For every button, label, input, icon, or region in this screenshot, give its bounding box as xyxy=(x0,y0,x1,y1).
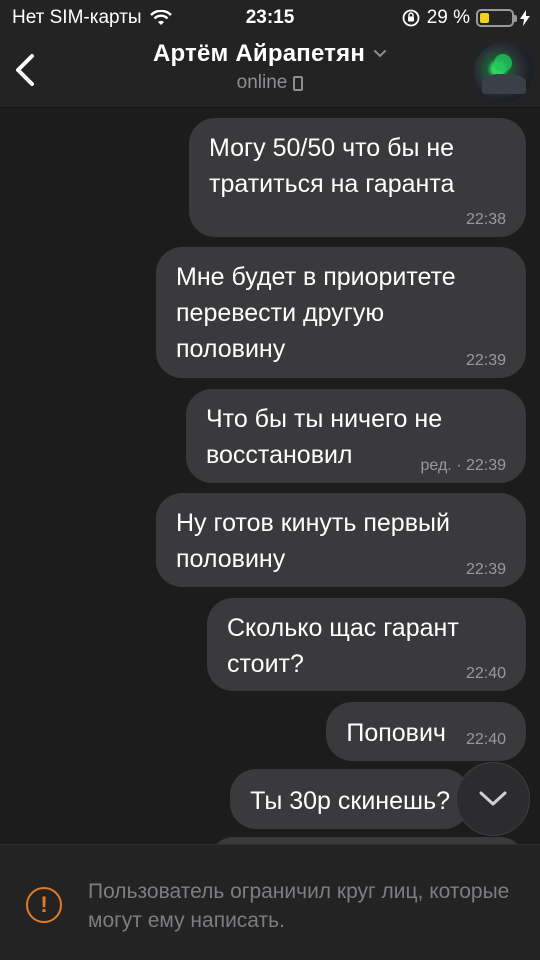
message-time: 22:40 xyxy=(465,731,506,748)
message-time: 22:39 xyxy=(465,561,506,578)
message-bubble[interactable]: Ну готов кинуть первый половину 22:39 xyxy=(156,493,526,587)
charging-icon xyxy=(520,10,530,26)
restriction-text: Пользователь ограничил круг лиц, которые… xyxy=(88,880,510,932)
mobile-device-icon xyxy=(293,75,304,91)
status-right: 29 % xyxy=(401,7,530,29)
orientation-lock-icon xyxy=(402,9,420,27)
battery-percent: 29 % xyxy=(426,7,470,28)
message-list[interactable]: Могу 50/50 что бы не тратиться на гарант… xyxy=(0,109,540,844)
message-text: Мне будет в приоритете перевести другую … xyxy=(176,263,456,363)
message-bubble[interactable]: Попович 22:40 xyxy=(326,702,526,761)
message-text: Попович xyxy=(346,719,446,747)
presence-status: online xyxy=(237,72,304,94)
message-bubble[interactable]: Сколько щас гарант стоит? 22:40 xyxy=(207,598,526,691)
status-bar: Нет SIM-карты 23:15 29 % xyxy=(0,0,540,36)
avatar[interactable] xyxy=(474,42,534,102)
restriction-notice: ! Пользователь ограничил круг лиц, котор… xyxy=(0,844,540,960)
contact-title-button[interactable]: Артём Айрапетян xyxy=(153,40,387,68)
warning-icon: ! xyxy=(26,887,62,923)
message-time: ред. · 22:39 xyxy=(420,457,506,474)
presence-label: online xyxy=(236,72,288,93)
message-bubble[interactable]: Мне будет в приоритете перевести другую … xyxy=(156,247,526,378)
message-bubble[interactable]: Могу 50/50 что бы не тратиться на гарант… xyxy=(189,118,526,237)
battery-icon xyxy=(476,9,517,27)
chevron-down-icon xyxy=(479,791,507,806)
contact-name: Артём Айрапетян xyxy=(152,40,366,67)
chevron-down-icon xyxy=(374,50,387,58)
message-bubble[interactable]: Что бы ты ничего не восстановил ред. · 2… xyxy=(186,389,526,483)
message-time: 22:39 xyxy=(465,352,506,369)
message-bubble[interactable]: Ты 30р скинешь? xyxy=(230,769,470,829)
message-text: Могу 50/50 что бы не тратиться на гарант… xyxy=(209,134,455,198)
message-time: 22:38 xyxy=(465,211,506,228)
message-time: 22:40 xyxy=(465,665,506,682)
message-text: Сколько щас гарант стоит? xyxy=(227,614,459,678)
message-bubble-partial xyxy=(208,837,526,844)
battery-level xyxy=(480,13,489,23)
chat-header: Артём Айрапетян online xyxy=(0,36,540,108)
message-text: Ну готов кинуть первый половину xyxy=(176,509,450,573)
chat-title: Артём Айрапетян online xyxy=(0,40,540,94)
scroll-down-button[interactable] xyxy=(456,762,530,836)
message-text: Ты 30р скинешь? xyxy=(250,787,450,815)
